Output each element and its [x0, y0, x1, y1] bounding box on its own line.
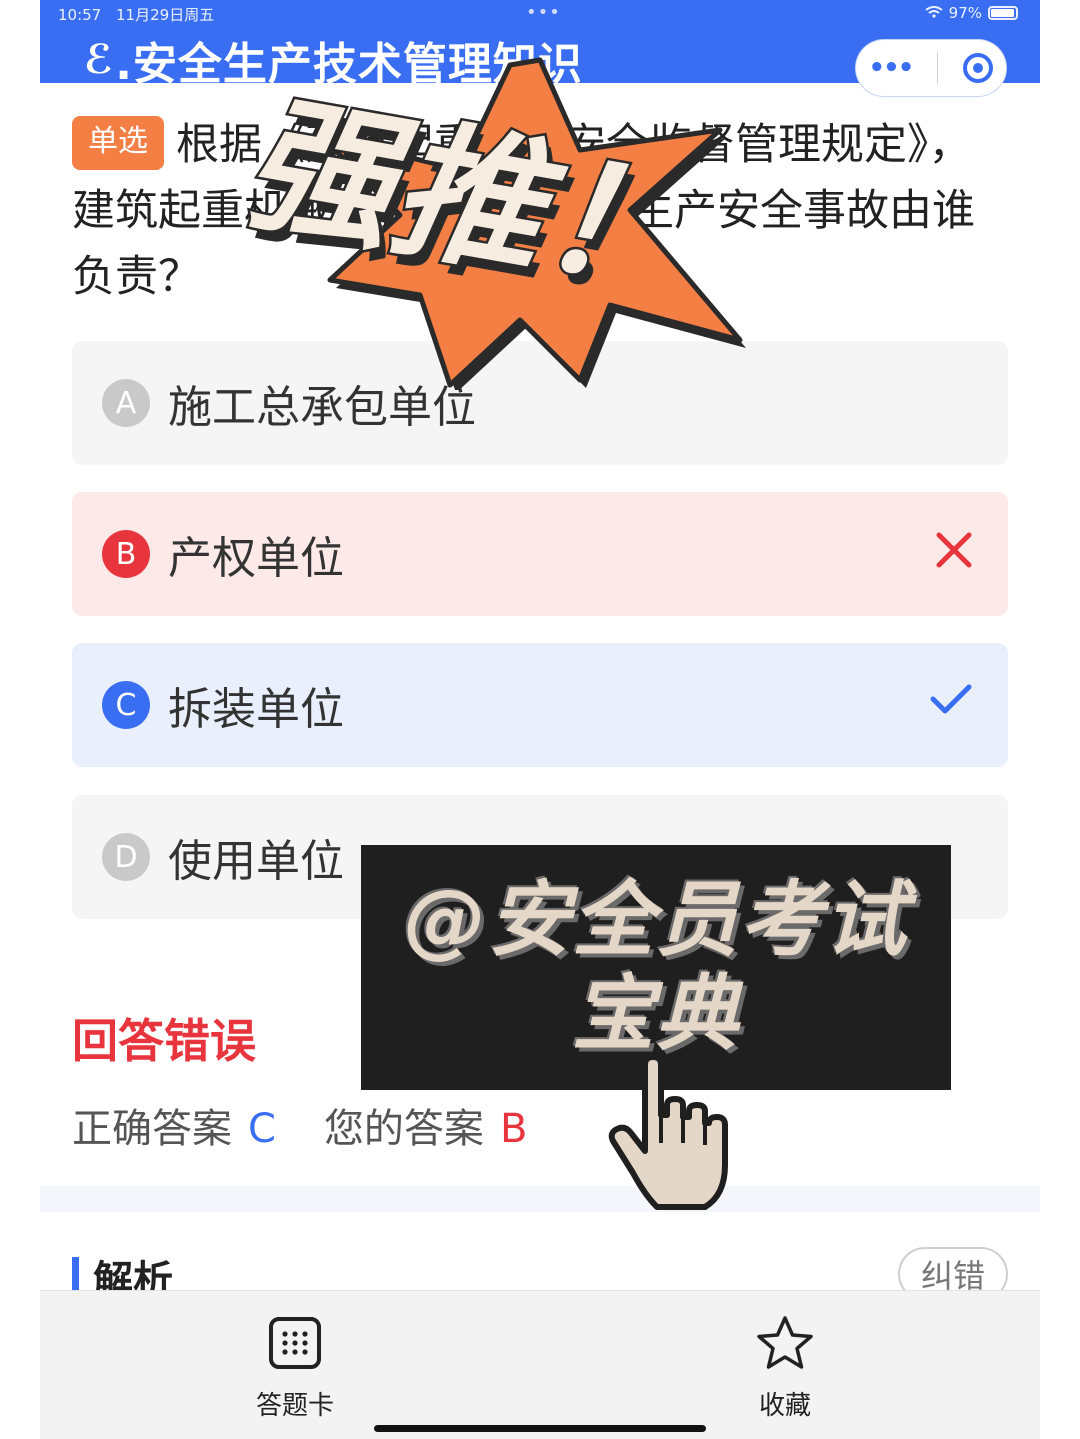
burst-text: 强推！	[232, 75, 705, 325]
answer-result: 回答错误	[72, 1014, 256, 1068]
capsule-divider	[937, 52, 939, 84]
option-letter: C	[102, 681, 150, 729]
nav-favorite-label: 收藏	[758, 1391, 811, 1421]
answer-card-grid-icon	[267, 1315, 323, 1375]
option-letter: D	[102, 833, 150, 881]
watermark-line-2: 宝典	[572, 966, 740, 1062]
nav-favorite[interactable]: 收藏	[756, 1315, 814, 1422]
pointing-hand-icon	[608, 1055, 728, 1210]
wifi-icon	[925, 4, 943, 22]
correct-check-icon	[930, 683, 972, 719]
option-c[interactable]: C 拆装单位	[72, 643, 1008, 767]
option-text: 使用单位	[168, 836, 344, 887]
battery-percent: 97%	[948, 4, 982, 22]
status-time: 10:57	[58, 6, 102, 24]
nav-answer-card-label: 答题卡	[256, 1391, 335, 1421]
more-dots-icon[interactable]: •••	[869, 53, 915, 83]
status-bar: 10:57 11月29日周五	[58, 4, 224, 25]
option-text: 产权单位	[168, 533, 344, 584]
wrong-x-icon	[936, 532, 972, 572]
target-icon[interactable]	[963, 53, 994, 83]
your-answer-value: B	[499, 1106, 528, 1152]
status-right: 97%	[925, 4, 1018, 22]
battery-icon	[988, 6, 1018, 20]
bottom-nav: 答题卡 收藏	[40, 1290, 1040, 1439]
option-b[interactable]: B 产权单位	[72, 492, 1008, 616]
home-indicator	[374, 1425, 706, 1432]
your-answer-label: 您的答案	[323, 1106, 484, 1152]
correct-answer-label: 正确答案	[72, 1106, 232, 1152]
status-date: 11月29日周五	[116, 6, 215, 24]
question-type-badge: 单选	[72, 116, 164, 170]
mini-program-capsule: •••	[856, 40, 1006, 96]
option-letter: B	[102, 530, 150, 578]
section-divider	[40, 1186, 1040, 1212]
answer-summary: 正确答案 C 您的答案 B	[72, 1096, 527, 1154]
nav-answer-card[interactable]: 答题卡	[256, 1315, 334, 1422]
star-outline-icon	[756, 1315, 814, 1375]
watermark-line-1: @安全员考试	[404, 872, 908, 968]
burst-sticker: 强推！ 强推！	[229, 57, 746, 390]
option-letter: A	[102, 379, 150, 427]
correct-answer-value: C	[248, 1106, 276, 1152]
watermark-banner: @安全员考试 宝典	[361, 845, 951, 1090]
app-frame: 10:57 11月29日周五 ••• 97% ℰ .安全生产技术管理知识 •••…	[40, 0, 1040, 1439]
option-text: 拆装单位	[168, 684, 344, 735]
back-icon[interactable]: ℰ	[84, 37, 113, 83]
status-dots-icon: •••	[526, 2, 561, 23]
